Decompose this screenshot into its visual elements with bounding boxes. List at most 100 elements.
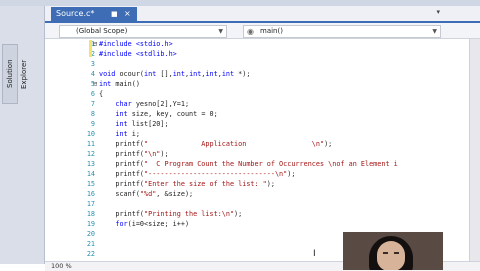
- keyword-token: int: [115, 130, 128, 138]
- code-token: i;: [127, 130, 140, 138]
- code-token: printf(: [99, 140, 145, 148]
- line-number: 9: [90, 120, 95, 128]
- code-token: , &size);: [156, 190, 194, 198]
- scope-dropdown[interactable]: (Global Scope) ▼: [59, 25, 227, 38]
- webcam-overlay: [343, 232, 443, 270]
- keyword-token: int: [99, 80, 112, 88]
- keyword-token: int: [115, 110, 128, 118]
- code-editor[interactable]: 1 2 3 4 5 6 7 8 9 10 11 12 13 14 15 16 17 18 19 20 21 22 ⊟ ⊟ …: [45, 39, 480, 261]
- tab-title: Source.c*: [56, 9, 95, 18]
- keyword-token: char: [115, 100, 132, 108]
- keyword-token: void: [99, 70, 116, 78]
- code-token: );: [287, 170, 296, 178]
- text-cursor-icon: I: [313, 249, 316, 259]
- line-number: 4: [90, 70, 95, 78]
- code-token: scanf(: [99, 190, 140, 198]
- person-face: [377, 241, 405, 270]
- side-panel: Solution Explorer: [0, 6, 45, 264]
- line-number: 12: [86, 150, 95, 158]
- document-tab-bar: Source.c* ■ × ▾: [45, 6, 480, 23]
- line-number: 15: [86, 180, 95, 188]
- line-number: 20: [86, 230, 95, 238]
- code-token: );: [234, 210, 243, 218]
- line-number: 7: [90, 100, 95, 108]
- code-token: {: [99, 90, 104, 98]
- line-number: 22: [86, 250, 95, 258]
- solution-explorer-label: Solution Explorer: [6, 59, 28, 89]
- code-line[interactable]: scanf("%d", &size);: [99, 190, 193, 198]
- code-line[interactable]: printf(" Application \n");: [99, 140, 332, 148]
- code-token: ocour(: [115, 70, 145, 78]
- keyword-token: int: [221, 70, 235, 78]
- solution-explorer-tab[interactable]: Solution Explorer: [2, 44, 28, 104]
- keyword-token: int: [115, 120, 128, 128]
- code-line[interactable]: #include <stdlib.h>: [99, 50, 177, 58]
- keyword-token: int: [205, 70, 218, 78]
- keyword-token: for: [115, 220, 128, 228]
- tab-list-dropdown-icon[interactable]: ▾: [436, 8, 440, 16]
- code-token: *);: [234, 70, 251, 78]
- code-token: printf(: [99, 160, 145, 168]
- keyword-token: #include <stdlib.h>: [99, 50, 177, 58]
- line-number: 10: [86, 130, 95, 138]
- code-line[interactable]: char yesno[2],Y=1;: [99, 100, 189, 108]
- code-token: (i=0<size; i++): [127, 220, 190, 228]
- code-token: );: [324, 140, 333, 148]
- code-line[interactable]: void ocour(int [],int,int,int,int *);: [99, 70, 250, 78]
- line-number: 18: [86, 210, 95, 218]
- keyword-token: int: [172, 70, 185, 78]
- line-number: 16: [86, 190, 95, 198]
- code-line[interactable]: int list[20];: [99, 120, 168, 128]
- string-token: "Enter the size of the list: ": [144, 180, 267, 188]
- vertical-scrollbar[interactable]: [469, 39, 480, 261]
- close-icon[interactable]: ×: [124, 7, 131, 21]
- string-token: " Application \n": [144, 140, 325, 148]
- code-token: size, key, count = 0;: [127, 110, 218, 118]
- code-line[interactable]: printf("Enter the size of the list: ");: [99, 180, 275, 188]
- code-line[interactable]: int size, key, count = 0;: [99, 110, 218, 118]
- code-line[interactable]: #include <stdio.h>: [99, 40, 173, 48]
- line-number: 6: [90, 90, 95, 98]
- code-token: main(): [111, 80, 140, 88]
- code-line[interactable]: printf(" C Program Count the Number of O…: [99, 160, 398, 168]
- code-line[interactable]: int i;: [99, 130, 140, 138]
- function-value: main(): [260, 27, 283, 35]
- code-line[interactable]: int main(): [99, 80, 140, 88]
- string-token: "\n": [144, 150, 161, 158]
- line-number: 5: [90, 80, 95, 88]
- code-token: printf(: [99, 210, 145, 218]
- code-line[interactable]: printf("-------------------------------\…: [99, 170, 295, 178]
- keyword-token: int: [189, 70, 202, 78]
- code-line[interactable]: printf("Printing the list:\n");: [99, 210, 242, 218]
- code-line[interactable]: {: [99, 90, 103, 98]
- code-line[interactable]: printf("\n");: [99, 150, 168, 158]
- string-token: "-------------------------------\n": [144, 170, 288, 178]
- change-marker: [89, 48, 92, 57]
- line-number: 11: [86, 140, 95, 148]
- code-token: printf(: [99, 170, 145, 178]
- line-number: 17: [86, 200, 95, 208]
- function-dropdown[interactable]: ◉ main() ▼: [243, 25, 441, 38]
- code-token: );: [266, 180, 275, 188]
- keyword-token: #include <stdio.h>: [99, 40, 173, 48]
- code-token: [],: [156, 70, 173, 78]
- navigation-bar: (Global Scope) ▼ ◉ main() ▼: [45, 23, 480, 39]
- line-number: 19: [86, 220, 95, 228]
- line-number: 21: [86, 240, 95, 248]
- tab-source-c[interactable]: Source.c* ■ ×: [51, 7, 137, 21]
- pin-icon[interactable]: ■: [111, 11, 118, 18]
- code-token: yesno[2],Y=1;: [131, 100, 190, 108]
- scope-value: (Global Scope): [76, 27, 128, 35]
- string-token: " C Program Count the Number of Occurren…: [144, 160, 398, 168]
- chevron-down-icon: ▼: [432, 28, 437, 35]
- collapse-icon[interactable]: ⊟: [93, 80, 97, 88]
- collapse-icon[interactable]: ⊟: [93, 40, 97, 48]
- code-line[interactable]: for(i=0<size; i++): [99, 220, 189, 228]
- code-token: printf(: [99, 180, 145, 188]
- code-token: printf(: [99, 150, 145, 158]
- line-number: 8: [90, 110, 95, 118]
